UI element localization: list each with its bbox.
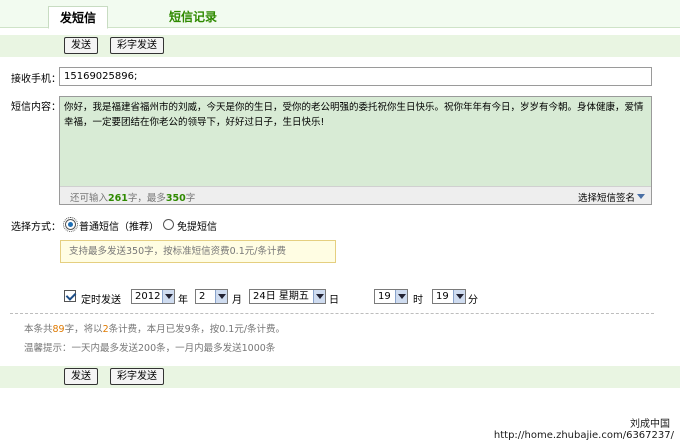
message-text: 你好，我是福建省福州市的刘威，今天是你的生日，受你的老公明强的委托祝你生日快乐。… xyxy=(64,102,644,128)
chevron-down-icon[interactable] xyxy=(453,290,465,303)
schedule-label[interactable]: 定时发送 xyxy=(81,291,121,306)
recipient-phone-input[interactable] xyxy=(59,67,652,86)
tab-sms-records[interactable]: 短信记录 xyxy=(148,6,238,28)
message-label: 短信内容： xyxy=(11,102,61,113)
color-send-button-top[interactable]: 彩字发送 xyxy=(110,37,164,54)
chevron-down-icon[interactable] xyxy=(395,290,407,303)
send-button-top[interactable]: 发送 xyxy=(64,37,98,54)
month-select[interactable]: 2 xyxy=(195,289,228,304)
hour-select[interactable]: 19 xyxy=(374,289,408,304)
send-button-bottom[interactable]: 发送 xyxy=(64,368,98,385)
month-unit: 月 xyxy=(232,295,242,306)
caret-down-icon[interactable] xyxy=(637,194,645,199)
recipient-label: 接收手机： xyxy=(11,74,61,85)
year-select[interactable]: 2012 xyxy=(131,289,175,304)
message-textarea[interactable]: 你好，我是福建省福州市的刘威，今天是你的生日，受你的老公明强的委托祝你生日快乐。… xyxy=(59,96,652,205)
send-mode-tip: 支持最多发送350字，按标准短信资费0.1元/条计费 xyxy=(60,240,336,263)
divider xyxy=(10,313,654,314)
chevron-down-icon[interactable] xyxy=(215,290,227,303)
send-mode-label: 选择方式： xyxy=(11,222,61,233)
radio-free-sms-label[interactable]: 免提短信 xyxy=(177,218,217,233)
message-footer: 还可输入261字，最多350字 选择短信签名 xyxy=(60,186,651,204)
signature-select[interactable]: 选择短信签名 xyxy=(578,190,635,204)
day-unit: 日 xyxy=(329,295,339,306)
chevron-down-icon[interactable] xyxy=(162,290,174,303)
reminder-text: 温馨提示：一天内最多发送200条，一月内最多发送1000条 xyxy=(24,343,276,354)
day-select[interactable]: 24日 星期五 xyxy=(249,289,326,304)
top-button-bar: 发送 彩字发送 xyxy=(0,35,680,57)
chevron-down-icon[interactable] xyxy=(313,290,325,303)
remaining-count: 261 xyxy=(108,193,128,204)
max-count: 350 xyxy=(165,193,186,204)
billing-info: 本条共89字，将以2条计费，本月已发9条，按0.1元/条计费。 xyxy=(24,324,286,335)
tab-send-sms[interactable]: 发短信 xyxy=(48,6,108,29)
bottom-button-bar: 发送 彩字发送 xyxy=(0,366,680,388)
tab-bar: 发短信 短信记录 xyxy=(0,0,680,29)
minute-select[interactable]: 19 xyxy=(432,289,466,304)
watermark-name: 刘成中国 xyxy=(630,419,670,430)
hour-unit: 时 xyxy=(413,295,423,306)
watermark-url: http://home.zhubajie.com/6367237/ xyxy=(493,430,674,441)
char-total: 89 xyxy=(52,324,65,335)
color-send-button-bottom[interactable]: 彩字发送 xyxy=(110,368,164,385)
char-count: 还可输入261字，最多350字 xyxy=(70,193,196,204)
minute-unit: 分 xyxy=(468,295,478,306)
schedule-checkbox[interactable] xyxy=(64,290,76,302)
year-unit: 年 xyxy=(178,295,188,306)
radio-free-sms[interactable] xyxy=(163,219,174,230)
radio-normal-sms[interactable] xyxy=(63,217,78,232)
radio-normal-sms-label[interactable]: 普通短信（推荐） xyxy=(79,218,159,233)
